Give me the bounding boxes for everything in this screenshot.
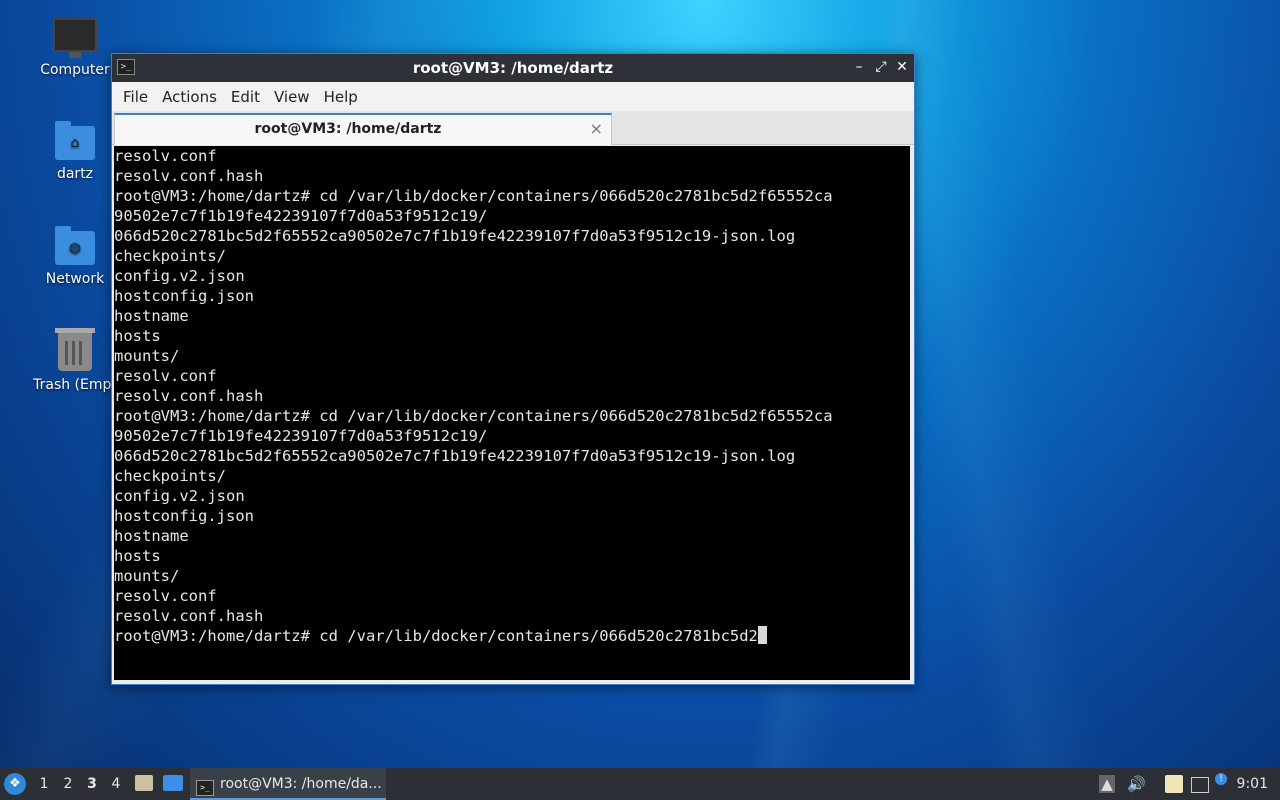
terminal-task-icon: >_ <box>196 780 214 796</box>
volume-icon[interactable]: 🔊 <box>1127 775 1146 793</box>
task-label: root@VM3: /home/da... <box>220 776 382 792</box>
menu-help[interactable]: Help <box>317 88 365 106</box>
terminal-line: config.v2.json <box>114 487 245 505</box>
terminal-line: resolv.conf <box>114 147 217 165</box>
home-folder-icon: ⌂ <box>55 121 95 160</box>
maximize-button[interactable]: ⤢ <box>872 58 890 76</box>
network-tray-icon[interactable] <box>1191 777 1209 793</box>
taskbar-task-terminal[interactable]: >_ root@VM3: /home/da... <box>190 768 386 800</box>
terminal-line: resolv.conf.hash <box>114 167 264 185</box>
clipboard-icon[interactable] <box>1165 775 1183 793</box>
terminal-line: mounts/ <box>114 567 180 585</box>
terminal-window[interactable]: >_ root@VM3: /home/dartz – ⤢ ✕ File Acti… <box>111 53 915 685</box>
file-manager-launcher-icon[interactable] <box>135 775 153 791</box>
desktop-icon-dartz[interactable]: ⌂ dartz <box>25 121 125 182</box>
terminal-line: checkpoints/ <box>114 247 226 265</box>
menubar: File Actions Edit View Help <box>112 82 914 111</box>
trash-icon <box>55 328 95 371</box>
terminal-line: 90502e7c7f1b19fe42239107f7d0a53f9512c19/ <box>114 427 488 445</box>
computer-icon <box>53 18 97 58</box>
terminal-output[interactable]: resolv.conf resolv.conf.hash root@VM3:/hom… <box>114 146 910 680</box>
terminal-line: 066d520c2781bc5d2f65552ca90502e7c7f1b19f… <box>114 227 796 245</box>
terminal-line: root@VM3:/home/dartz# cd /var/lib/docker… <box>114 187 833 205</box>
workspace-4[interactable]: 4 <box>105 768 127 800</box>
terminal-line: root@VM3:/home/dartz# cd /var/lib/docker… <box>114 407 833 425</box>
terminal-line: hosts <box>114 327 161 345</box>
start-menu-button[interactable]: ❖ <box>4 773 26 795</box>
menu-actions[interactable]: Actions <box>155 88 224 106</box>
tray-up-arrow-icon[interactable]: ▲ <box>1099 775 1115 793</box>
terminal-line: resolv.conf <box>114 587 217 605</box>
menu-file[interactable]: File <box>116 88 155 106</box>
tab-title: root@VM3: /home/dartz <box>254 121 442 137</box>
notification-icon[interactable]: ! <box>1215 773 1227 785</box>
taskbar: ❖ 1 2 3 4 >_ root@VM3: /home/da... ▲ 🔊 ! … <box>0 768 1280 800</box>
window-title: root@VM3: /home/dartz <box>412 59 614 77</box>
terminal-line: hostname <box>114 527 189 545</box>
terminal-line: resolv.conf.hash <box>114 387 264 405</box>
terminal-line: checkpoints/ <box>114 467 226 485</box>
tab-bar: root@VM3: /home/dartz × <box>112 111 914 145</box>
minimize-button[interactable]: – <box>850 58 868 76</box>
desktop-icon-network[interactable]: ◍ Network <box>25 226 125 287</box>
terminal-prompt-line[interactable]: root@VM3:/home/dartz# cd /var/lib/docker… <box>114 626 910 646</box>
terminal-line: hostname <box>114 307 189 325</box>
desktop-icon-label: Trash (Empt <box>33 377 117 393</box>
menu-view[interactable]: View <box>267 88 317 106</box>
close-button[interactable]: ✕ <box>893 58 911 76</box>
network-folder-icon: ◍ <box>55 226 95 265</box>
terminal-line: 90502e7c7f1b19fe42239107f7d0a53f9512c19/ <box>114 207 488 225</box>
terminal-line: resolv.conf <box>114 367 217 385</box>
terminal-line: hosts <box>114 547 161 565</box>
terminal-line: mounts/ <box>114 347 180 365</box>
desktop-icon-trash[interactable]: Trash (Empt <box>25 328 125 393</box>
text-cursor <box>757 626 767 644</box>
workspace-2[interactable]: 2 <box>57 768 79 800</box>
desktop-icon-label: Network <box>45 271 105 287</box>
terminal-line: config.v2.json <box>114 267 245 285</box>
workspace-1[interactable]: 1 <box>33 768 55 800</box>
desktop-icon-computer[interactable]: Computer <box>25 18 125 78</box>
menu-edit[interactable]: Edit <box>224 88 267 106</box>
terminal-line: 066d520c2781bc5d2f65552ca90502e7c7f1b19f… <box>114 447 796 465</box>
terminal-line: hostconfig.json <box>114 287 254 305</box>
show-desktop-icon[interactable] <box>163 775 183 791</box>
desktop-icon-label: dartz <box>56 166 94 182</box>
workspace-3[interactable]: 3 <box>81 768 103 800</box>
terminal-line: resolv.conf.hash <box>114 607 264 625</box>
tab-close-icon[interactable]: × <box>590 119 603 138</box>
terminal-line: hostconfig.json <box>114 507 254 525</box>
desktop-icon-label: Computer <box>40 62 110 78</box>
clock[interactable]: 9:01 <box>1237 768 1268 800</box>
tab-terminal[interactable]: root@VM3: /home/dartz × <box>114 113 612 145</box>
window-titlebar[interactable]: >_ root@VM3: /home/dartz – ⤢ ✕ <box>112 54 914 82</box>
